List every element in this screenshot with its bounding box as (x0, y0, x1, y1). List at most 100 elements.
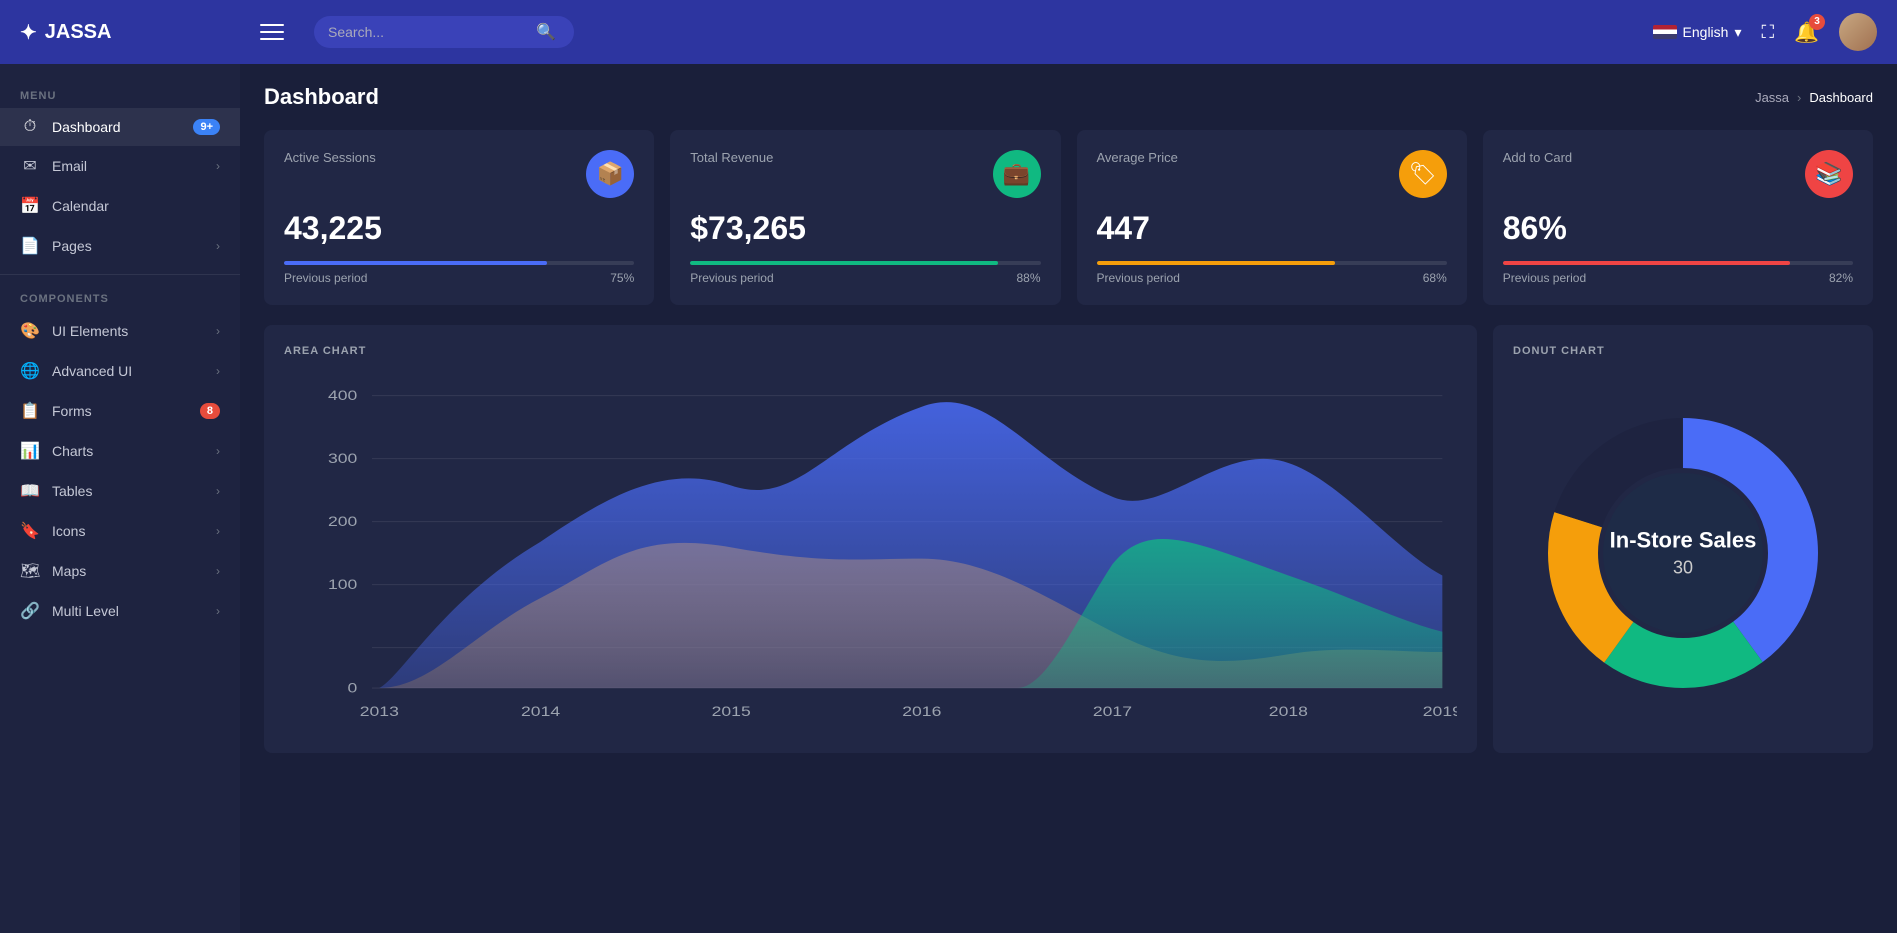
clock-icon: ⏱ (20, 118, 40, 136)
sidebar-item-calendar[interactable]: 📅 Calendar (0, 186, 240, 226)
sidebar-item-tables[interactable]: 📖 Tables › (0, 471, 240, 511)
forms-icon: 📋 (20, 401, 40, 421)
sidebar-item-maps[interactable]: 🗺 Maps › (0, 551, 240, 591)
language-selector[interactable]: English ▾ (1653, 24, 1742, 41)
svg-text:2014: 2014 (521, 705, 560, 720)
stat-period: Previous period (1503, 271, 1586, 285)
breadcrumb: Jassa › Dashboard (1755, 90, 1873, 105)
stat-footer-total-revenue: Previous period 88% (690, 271, 1040, 285)
svg-text:2015: 2015 (712, 705, 751, 720)
stat-value-add-to-card: 86% (1503, 210, 1853, 247)
area-chart-container: 400 300 200 100 0 2013 2014 2015 2016 20… (284, 373, 1457, 733)
app-name: JASSA (45, 21, 112, 44)
stat-progress-total-revenue (690, 261, 1040, 265)
notifications-bell[interactable]: 🔔 3 (1794, 20, 1819, 45)
sidebar-label-charts: Charts (52, 443, 204, 459)
svg-text:200: 200 (328, 515, 358, 530)
donut-chart-container: In-Store Sales 30 (1513, 373, 1853, 733)
arrow-icon-maps: › (216, 564, 220, 578)
charts-row: AREA CHART 400 300 200 100 (264, 325, 1873, 753)
stat-label-active-sessions: Active Sessions (284, 150, 376, 165)
stat-percent: 75% (610, 271, 634, 285)
svg-text:2016: 2016 (902, 705, 941, 720)
sidebar-label-maps: Maps (52, 563, 204, 579)
stat-period: Previous period (1097, 271, 1180, 285)
sidebar-item-multi-level[interactable]: 🔗 Multi Level › (0, 591, 240, 631)
top-navbar: ✦ JASSA 🔍 English ▾ ⛶ 🔔 3 (0, 0, 1897, 64)
sidebar-label-icons: Icons (52, 523, 204, 539)
sidebar-item-pages[interactable]: 📄 Pages › (0, 226, 240, 266)
arrow-icon-tables: › (216, 484, 220, 498)
chevron-down-icon: ▾ (1734, 24, 1741, 41)
svg-text:2017: 2017 (1093, 705, 1132, 720)
stat-percent: 82% (1829, 271, 1853, 285)
flag-icon (1653, 25, 1677, 39)
stat-card-header: Add to Card 📚 (1503, 150, 1853, 198)
email-icon: ✉ (20, 156, 40, 176)
stat-label-total-revenue: Total Revenue (690, 150, 773, 165)
sidebar-item-ui-elements[interactable]: 🎨 UI Elements › (0, 311, 240, 351)
arrow-icon-pages: › (216, 239, 220, 253)
arrow-icon-charts: › (216, 444, 220, 458)
stat-card-total-revenue: Total Revenue 💼 $73,265 Previous period … (670, 130, 1060, 305)
logo-icon: ✦ (20, 20, 37, 45)
sidebar-label-email: Email (52, 158, 204, 174)
stat-icon-active-sessions: 📦 (586, 150, 634, 198)
svg-text:2018: 2018 (1269, 705, 1308, 720)
breadcrumb-separator: › (1797, 90, 1801, 105)
sidebar-item-icons[interactable]: 🔖 Icons › (0, 511, 240, 551)
hamburger-menu[interactable] (260, 24, 284, 40)
sidebar-divider (0, 274, 240, 275)
notification-badge: 3 (1809, 14, 1825, 30)
user-avatar[interactable] (1839, 13, 1877, 51)
sidebar-item-email[interactable]: ✉ Email › (0, 146, 240, 186)
icons-icon: 🔖 (20, 521, 40, 541)
ui-elements-icon: 🎨 (20, 321, 40, 341)
stat-icon-average-price: 🏷 (1399, 150, 1447, 198)
stat-card-header: Total Revenue 💼 (690, 150, 1040, 198)
sidebar-section-menu: MENU (0, 80, 240, 108)
calendar-icon: 📅 (20, 196, 40, 216)
page-header: Dashboard Jassa › Dashboard (264, 84, 1873, 110)
stat-footer-active-sessions: Previous period 75% (284, 271, 634, 285)
avatar-image (1839, 13, 1877, 51)
search-box[interactable]: 🔍 (314, 16, 574, 48)
area-chart-title: AREA CHART (284, 345, 1457, 357)
area-chart-svg: 400 300 200 100 0 2013 2014 2015 2016 20… (284, 373, 1457, 733)
donut-center-value: 30 (1610, 558, 1757, 579)
search-input[interactable] (328, 24, 528, 40)
stat-icon-total-revenue: 💼 (993, 150, 1041, 198)
fullscreen-button[interactable]: ⛶ (1761, 22, 1774, 43)
donut-center-title: In-Store Sales (1610, 527, 1757, 553)
arrow-icon-multi: › (216, 604, 220, 618)
area-chart-card: AREA CHART 400 300 200 100 (264, 325, 1477, 753)
stat-period: Previous period (284, 271, 367, 285)
stat-percent: 68% (1423, 271, 1447, 285)
svg-text:0: 0 (348, 681, 358, 696)
breadcrumb-parent[interactable]: Jassa (1755, 90, 1789, 105)
donut-chart-card: DONUT CHART (1493, 325, 1873, 753)
nav-right: English ▾ ⛶ 🔔 3 (1653, 13, 1877, 51)
svg-text:400: 400 (328, 389, 358, 404)
sidebar-label-forms: Forms (52, 403, 188, 419)
stat-progress-average-price (1097, 261, 1447, 265)
stat-card-average-price: Average Price 🏷 447 Previous period 68% (1077, 130, 1467, 305)
stat-card-header: Active Sessions 📦 (284, 150, 634, 198)
stat-value-total-revenue: $73,265 (690, 210, 1040, 247)
arrow-icon-icons: › (216, 524, 220, 538)
donut-wrap: In-Store Sales 30 (1533, 403, 1833, 703)
arrow-icon-ui: › (216, 324, 220, 338)
stat-percent: 88% (1016, 271, 1040, 285)
sidebar-item-dashboard[interactable]: ⏱ Dashboard 9+ (0, 108, 240, 146)
main-content: Dashboard Jassa › Dashboard Active Sessi… (240, 64, 1897, 933)
stat-label-add-to-card: Add to Card (1503, 150, 1572, 165)
sidebar-item-forms[interactable]: 📋 Forms 8 (0, 391, 240, 431)
multi-level-icon: 🔗 (20, 601, 40, 621)
sidebar-item-charts[interactable]: 📊 Charts › (0, 431, 240, 471)
sidebar-label-tables: Tables (52, 483, 204, 499)
sidebar-item-advanced-ui[interactable]: 🌐 Advanced UI › (0, 351, 240, 391)
pages-icon: 📄 (20, 236, 40, 256)
sidebar: MENU ⏱ Dashboard 9+ ✉ Email › 📅 Calendar… (0, 64, 240, 933)
donut-chart-title: DONUT CHART (1513, 345, 1853, 357)
app-logo[interactable]: ✦ JASSA (20, 20, 240, 45)
